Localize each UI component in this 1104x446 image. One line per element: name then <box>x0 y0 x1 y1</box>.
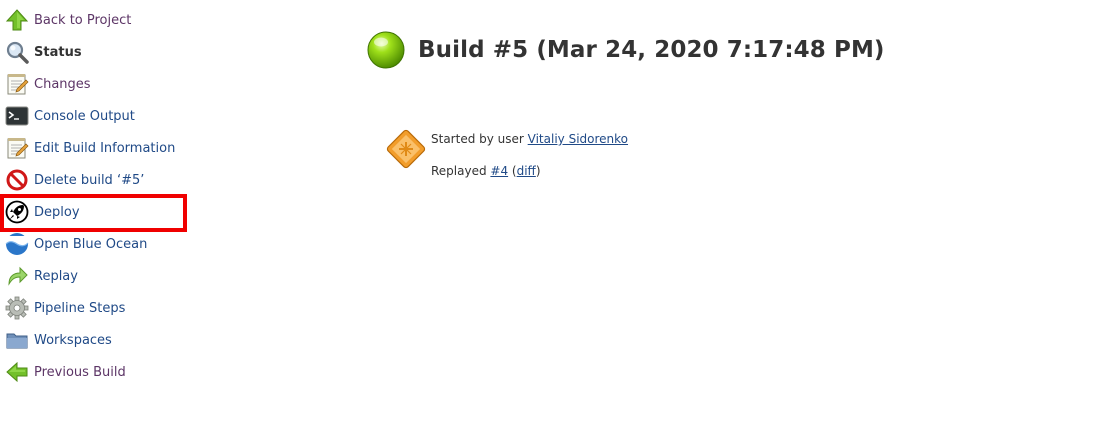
sidebar-item-console-output[interactable]: Console Output <box>0 100 200 132</box>
sidebar: Back to Project Status Changes Console O… <box>0 4 200 388</box>
replay-arrow-icon <box>5 264 29 288</box>
sidebar-item-label: Edit Build Information <box>34 140 176 156</box>
replayed-line: Replayed #4 (diff) <box>431 164 541 178</box>
sidebar-item-label: Workspaces <box>34 332 112 348</box>
no-entry-icon <box>5 168 29 192</box>
sidebar-item-back-to-project[interactable]: Back to Project <box>0 4 200 36</box>
gear-icon <box>5 296 29 320</box>
diff-link[interactable]: diff <box>517 164 536 178</box>
folder-icon <box>5 328 29 352</box>
notepad-icon <box>5 136 29 160</box>
sidebar-item-edit-build-information[interactable]: Edit Build Information <box>0 132 200 164</box>
replayed-build-link[interactable]: #4 <box>490 164 508 178</box>
sidebar-item-label: Open Blue Ocean <box>34 236 148 252</box>
sidebar-item-changes[interactable]: Changes <box>0 68 200 100</box>
search-icon <box>5 40 29 64</box>
sidebar-item-replay[interactable]: Replay <box>0 260 200 292</box>
started-by-line: Started by user Vitaliy Sidorenko <box>431 132 629 146</box>
sidebar-item-previous-build[interactable]: Previous Build <box>0 356 200 388</box>
up-arrow-icon <box>5 8 29 32</box>
sidebar-item-label: Deploy <box>34 204 80 220</box>
green-ball-icon <box>366 30 406 70</box>
sidebar-item-label: Pipeline Steps <box>34 300 126 316</box>
sidebar-item-label: Console Output <box>34 108 135 124</box>
terminal-icon <box>5 104 29 128</box>
sidebar-item-deploy[interactable]: Deploy <box>0 196 200 228</box>
page-title: Build #5 (Mar 24, 2020 7:17:48 PM) <box>418 37 885 63</box>
build-main-panel: Build #5 (Mar 24, 2020 7:17:48 PM) Start… <box>366 30 1086 178</box>
notepad-icon <box>5 72 29 96</box>
blue-ocean-icon <box>5 232 29 256</box>
sidebar-item-label: Delete build ‘#5’ <box>34 172 145 188</box>
user-link[interactable]: Vitaliy Sidorenko <box>528 132 628 146</box>
left-arrow-icon <box>5 360 29 384</box>
sidebar-item-open-blue-ocean[interactable]: Open Blue Ocean <box>0 228 200 260</box>
sidebar-item-label: Replay <box>34 268 78 284</box>
sidebar-item-label: Changes <box>34 76 91 92</box>
sidebar-item-delete-build[interactable]: Delete build ‘#5’ <box>0 164 200 196</box>
sidebar-item-pipeline-steps[interactable]: Pipeline Steps <box>0 292 200 324</box>
sidebar-item-status[interactable]: Status <box>0 36 200 68</box>
build-heading: Build #5 (Mar 24, 2020 7:17:48 PM) <box>366 30 1086 70</box>
sidebar-item-label: Status <box>34 44 82 60</box>
user-cause-icon <box>382 125 430 173</box>
build-cause: Started by user Vitaliy Sidorenko Replay… <box>382 129 629 179</box>
sidebar-item-label: Back to Project <box>34 12 132 28</box>
sidebar-item-label: Previous Build <box>34 364 126 380</box>
sidebar-item-workspaces[interactable]: Workspaces <box>0 324 200 356</box>
rocket-icon <box>5 200 29 224</box>
